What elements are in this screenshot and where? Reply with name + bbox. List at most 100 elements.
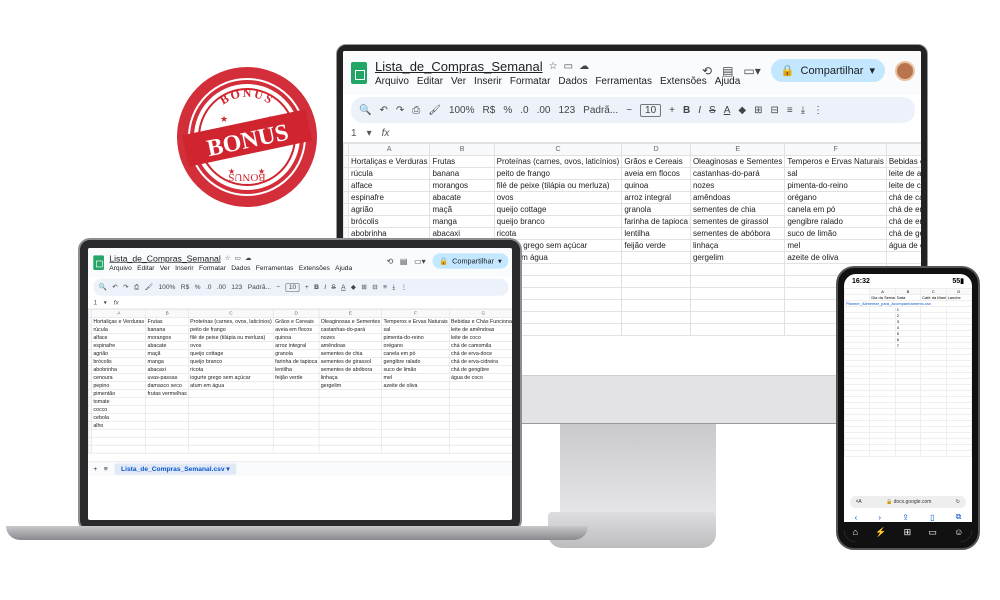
- table-cell[interactable]: maçã: [145, 349, 189, 358]
- chevron-down-icon[interactable]: ▾: [869, 64, 875, 77]
- valign-icon[interactable]: ⤓: [801, 105, 805, 116]
- font-select[interactable]: Padrã...: [583, 105, 618, 116]
- table-cell[interactable]: pepino: [91, 381, 147, 390]
- menu-item[interactable]: Dados: [558, 76, 587, 87]
- paint-format-icon[interactable]: 🖌: [145, 284, 153, 291]
- percent-format-button[interactable]: %: [195, 284, 201, 291]
- table-cell[interactable]: brócolis: [91, 357, 147, 366]
- table-cell[interactable]: [894, 450, 922, 457]
- column-header[interactable]: A: [91, 309, 147, 318]
- decrease-decimal-icon[interactable]: .0: [520, 105, 528, 116]
- table-cell[interactable]: pimenta-do-reino: [784, 179, 887, 192]
- menu-item[interactable]: Ferramentas: [256, 265, 294, 272]
- table-cell[interactable]: sementes de chia: [689, 203, 786, 216]
- meet-icon[interactable]: ▭▾: [414, 256, 426, 265]
- menu-item[interactable]: Arquivo: [109, 265, 132, 272]
- font-size-input[interactable]: 10: [285, 282, 300, 292]
- table-cell[interactable]: [381, 412, 450, 422]
- table-cell[interactable]: chá de erva-doce: [448, 349, 512, 358]
- table-cell[interactable]: [869, 450, 896, 457]
- table-cell[interactable]: sal: [784, 167, 887, 180]
- table-cell[interactable]: [885, 251, 921, 264]
- table-cell[interactable]: agrião: [347, 203, 431, 216]
- document-title[interactable]: Lista_de_Compras_Semanal: [109, 253, 220, 263]
- table-cell[interactable]: quinoa: [621, 179, 691, 192]
- italic-button[interactable]: I: [324, 284, 326, 291]
- table-cell[interactable]: [188, 428, 274, 438]
- italic-button[interactable]: I: [698, 105, 701, 116]
- search-icon[interactable]: 🔍: [99, 284, 107, 291]
- table-cell[interactable]: suco de limão: [784, 227, 887, 240]
- table-cell[interactable]: filé de peixe (tilápia ou merluza): [493, 179, 623, 192]
- table-cell[interactable]: queijo cottage: [188, 349, 274, 358]
- more-icon[interactable]: ⋮: [813, 105, 823, 116]
- percent-format-button[interactable]: %: [503, 105, 512, 116]
- table-cell[interactable]: peito de frango: [493, 167, 623, 180]
- table-cell[interactable]: [621, 299, 691, 312]
- table-cell[interactable]: ovos: [493, 191, 623, 204]
- table-cell[interactable]: [689, 263, 786, 276]
- add-icon[interactable]: ⊞: [904, 527, 912, 538]
- table-cell[interactable]: granola: [273, 349, 320, 358]
- bookmarks-icon[interactable]: ▯: [930, 513, 934, 522]
- menu-item[interactable]: Ver: [451, 76, 466, 87]
- home-icon[interactable]: ⌂: [853, 527, 858, 537]
- number-format-button[interactable]: 123: [231, 284, 242, 291]
- table-cell[interactable]: chá de erva-cidreira: [448, 357, 512, 366]
- table-cell[interactable]: [448, 412, 512, 422]
- reload-icon[interactable]: ↻: [956, 499, 960, 505]
- column-header[interactable]: E: [689, 143, 786, 156]
- table-cell[interactable]: brócolis: [347, 215, 431, 228]
- table-cell[interactable]: gergelim: [689, 251, 786, 264]
- increase-decimal-icon[interactable]: .00: [537, 105, 551, 116]
- table-cell[interactable]: [381, 436, 450, 446]
- menu-item[interactable]: Arquivo: [375, 76, 409, 87]
- table-cell[interactable]: [448, 404, 512, 414]
- table-cell[interactable]: pimentão: [91, 388, 147, 398]
- comments-icon[interactable]: ▤: [722, 64, 733, 78]
- table-cell[interactable]: [689, 299, 786, 312]
- name-box[interactable]: 1: [93, 299, 97, 306]
- table-cell[interactable]: Oleaginosas e Sementes: [318, 317, 383, 326]
- table-cell[interactable]: sementes de girassol: [318, 357, 383, 366]
- table-cell[interactable]: morangos: [429, 179, 495, 192]
- column-header[interactable]: D: [621, 143, 691, 156]
- table-cell[interactable]: [145, 420, 189, 430]
- table-cell[interactable]: [145, 444, 189, 454]
- table-cell[interactable]: castanhas-do-pará: [689, 167, 786, 180]
- table-cell[interactable]: [621, 287, 691, 300]
- table-cell[interactable]: [273, 436, 320, 446]
- merge-icon[interactable]: ⊟: [372, 284, 378, 291]
- table-cell[interactable]: atum em água: [188, 381, 274, 390]
- search-icon[interactable]: 🔍: [359, 105, 371, 116]
- table-cell[interactable]: [381, 420, 450, 430]
- table-cell[interactable]: leite de coco: [448, 333, 512, 342]
- table-cell[interactable]: [188, 444, 274, 454]
- table-cell[interactable]: chá de camomila: [885, 191, 921, 204]
- column-header[interactable]: G: [448, 309, 512, 318]
- table-cell[interactable]: suco de limão: [381, 365, 450, 374]
- table-cell[interactable]: [448, 420, 512, 430]
- table-cell[interactable]: queijo branco: [188, 357, 274, 366]
- table-cell[interactable]: Grãos e Cereais: [621, 155, 691, 168]
- table-cell[interactable]: arroz integral: [621, 191, 691, 204]
- table-cell[interactable]: rúcula: [91, 325, 147, 334]
- table-cell[interactable]: orégano: [381, 341, 450, 350]
- table-cell[interactable]: uvas-passas: [145, 373, 189, 382]
- table-cell[interactable]: água de coco: [448, 373, 512, 382]
- table-cell[interactable]: cebola: [91, 412, 147, 422]
- table-cell[interactable]: [273, 444, 320, 454]
- table-cell[interactable]: granola: [621, 203, 691, 216]
- table-cell[interactable]: mel: [381, 373, 450, 382]
- column-header[interactable]: B: [429, 143, 495, 156]
- meet-icon[interactable]: ▭▾: [743, 64, 760, 78]
- table-cell[interactable]: [381, 396, 450, 406]
- table-cell[interactable]: [448, 381, 512, 390]
- strikethrough-button[interactable]: S: [331, 284, 335, 291]
- chevron-down-icon[interactable]: ▾: [225, 465, 229, 472]
- menu-item[interactable]: Ver: [160, 265, 170, 272]
- move-folder-icon[interactable]: ▭: [564, 61, 573, 72]
- table-cell[interactable]: [273, 412, 320, 422]
- column-header[interactable]: C: [493, 143, 623, 156]
- table-cell[interactable]: manga: [429, 215, 495, 228]
